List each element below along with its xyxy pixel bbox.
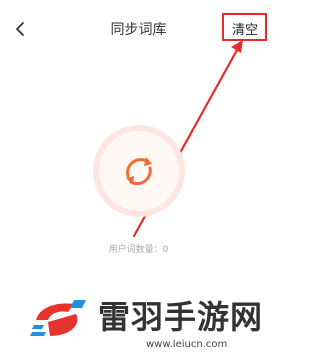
sync-button[interactable]	[91, 123, 187, 219]
watermark-text: 雷羽手游网	[98, 298, 264, 336]
sync-icon	[93, 125, 185, 217]
watermark: 雷羽手游网 www.leiucn.com	[0, 288, 277, 360]
leiyu-logo	[30, 300, 86, 336]
watermark-url: www.leiucn.com	[146, 339, 228, 350]
user-word-count: 用户词数量：0	[108, 245, 169, 255]
